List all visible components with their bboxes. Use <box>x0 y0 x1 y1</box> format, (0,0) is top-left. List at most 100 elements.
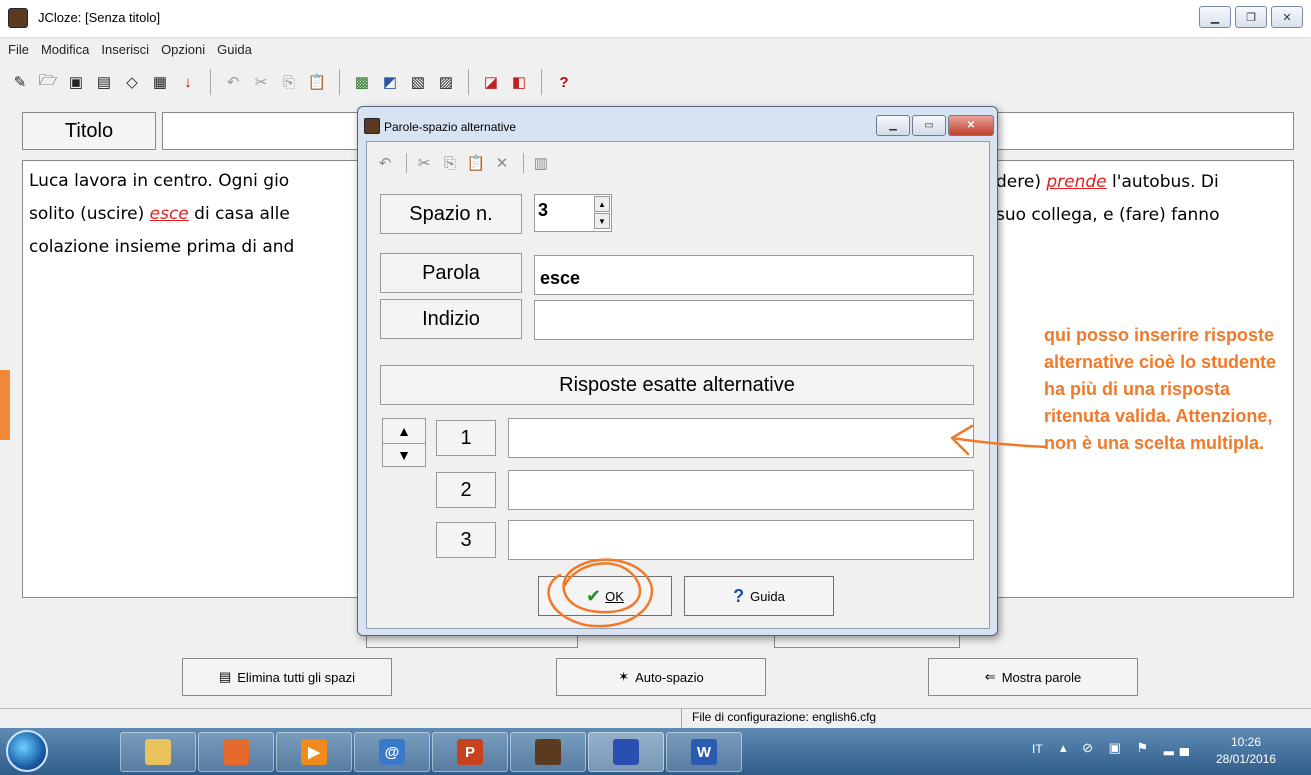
system-tray-icons[interactable]: ▴ ⊘ ▣ ⚑ ▂▄ <box>1060 740 1195 756</box>
text-segment: l'autobus. Di <box>1106 172 1219 192</box>
start-button[interactable] <box>6 730 48 772</box>
jcloze-icon <box>613 739 639 765</box>
new-file-icon[interactable]: ✎ <box>8 70 32 94</box>
help-icon[interactable]: ? <box>552 70 576 94</box>
alternative-answer-1-input[interactable] <box>508 418 974 458</box>
move-up-icon[interactable]: ▲ <box>382 418 426 444</box>
alternative-answer-3-input[interactable] <box>508 520 974 560</box>
main-toolbar: ✎ 🗁 ▣ ▤ ◇ ▦ ↓ ↶ ✂ ⎘ 📋 ▩ ◩ ▧ ▨ ◪ ◧ ? <box>0 62 1311 102</box>
minimize-button[interactable]: ▁ <box>1199 6 1231 28</box>
taskbar-explorer[interactable] <box>120 732 196 772</box>
save-icon[interactable]: ▣ <box>64 70 88 94</box>
gap-word-prende[interactable]: prende <box>1046 172 1106 192</box>
folder-icon <box>145 739 171 765</box>
spazio-label-button[interactable]: Spazio n. <box>380 194 522 234</box>
answer-number-1[interactable]: 1 <box>436 420 496 456</box>
alternative-answer-2-input[interactable] <box>508 470 974 510</box>
clock[interactable]: 10:26 28/01/2016 <box>1196 734 1296 768</box>
dialog-title: Parole-spazio alternative <box>384 120 517 134</box>
toolbar-separator <box>210 69 211 95</box>
export-web-page-icon[interactable]: ▩ <box>350 70 374 94</box>
guida-button[interactable]: ? Guida <box>684 576 834 616</box>
mostra-label: Mostra parole <box>1001 669 1082 685</box>
copy-icon[interactable]: ⎘ <box>277 70 301 94</box>
delete-gaps-icon: ▤ <box>218 669 232 684</box>
move-down-icon[interactable]: ▼ <box>382 443 426 467</box>
taskbar-word[interactable]: W <box>666 732 742 772</box>
cut-icon[interactable]: ✂ <box>413 154 435 172</box>
annotation-note: qui posso inserire risposte alternative … <box>1044 325 1277 453</box>
taskbar-network[interactable]: @ <box>354 732 430 772</box>
gap-word-esce[interactable]: esce <box>150 204 189 224</box>
taskbar-media[interactable]: ▶ <box>276 732 352 772</box>
paste-icon[interactable]: 📋 <box>305 70 329 94</box>
menu-modifica[interactable]: Modifica <box>41 42 89 57</box>
parola-label-button[interactable]: Parola <box>380 253 522 293</box>
text-segment: dere) <box>996 172 1047 192</box>
menu-file[interactable]: File <box>8 42 29 57</box>
color-config-icon[interactable]: ◪ <box>479 70 503 94</box>
delete-icon[interactable]: ✕ <box>491 154 513 172</box>
menu-inserisci[interactable]: Inserisci <box>101 42 149 57</box>
toolbar-separator <box>406 153 407 173</box>
elimina-label: Elimina tutti gli spazi <box>237 669 356 685</box>
elimina-spazi-button[interactable]: ▤ Elimina tutti gli spazi <box>182 658 392 696</box>
config-file-status: File di configurazione: english6.cfg <box>692 710 877 724</box>
export-drag-drop-icon[interactable]: ◩ <box>378 70 402 94</box>
window-controls: ▁ ❐ ✕ <box>1195 6 1303 28</box>
taskbar-powerpoint[interactable]: P <box>432 732 508 772</box>
config-file-icon[interactable]: ◧ <box>507 70 531 94</box>
dialog-toolbar: ↶ ✂ ⎘ 📋 ✕ ▥ <box>374 150 556 176</box>
jcloze-app-icon[interactable] <box>8 8 28 28</box>
spinner-down-icon[interactable]: ▼ <box>594 213 610 229</box>
clock-date: 28/01/2016 <box>1215 752 1277 766</box>
auto-label: Auto-spazio <box>635 669 704 685</box>
save-as-icon[interactable]: ▤ <box>92 70 116 94</box>
toolbar-separator <box>339 69 340 95</box>
indizio-input[interactable] <box>534 300 974 340</box>
indizio-label-button[interactable]: Indizio <box>380 299 522 339</box>
web-export-icon[interactable]: ▦ <box>148 70 172 94</box>
editor-line-2-right: suo collega, e (fare) fanno <box>996 199 1294 232</box>
mostra-parole-button[interactable]: ⇐ Mostra parole <box>928 658 1138 696</box>
dialog-app-icon[interactable] <box>364 118 380 134</box>
undo-icon[interactable]: ↶ <box>221 70 245 94</box>
export-hotpot-icon[interactable]: ▨ <box>434 70 458 94</box>
open-folder-icon[interactable]: 🗁 <box>36 70 60 94</box>
taskbar-paint[interactable] <box>198 732 274 772</box>
dialog-window-controls: ▁ ▭ ✕ <box>876 115 996 136</box>
toolbar-separator <box>541 69 542 95</box>
text-segment: solito (uscire) <box>29 204 150 224</box>
down-arrow-icon[interactable]: ↓ <box>176 70 200 94</box>
ok-button[interactable]: ✔ OK <box>538 576 672 616</box>
risposte-header-button[interactable]: Risposte esatte alternative <box>380 365 974 405</box>
dialog-close-button[interactable]: ✕ <box>948 115 994 136</box>
language-indicator[interactable]: IT <box>1032 742 1043 756</box>
close-button[interactable]: ✕ <box>1271 6 1303 28</box>
menu-guida[interactable]: Guida <box>217 42 252 57</box>
parola-input[interactable] <box>534 255 974 295</box>
menu-bar: File Modifica Inserisci Opzioni Guida <box>0 38 1311 60</box>
export-print-icon[interactable]: ▧ <box>406 70 430 94</box>
dialog-minimize-button[interactable]: ▁ <box>876 115 910 136</box>
select-all-icon[interactable]: ▥ <box>530 154 552 172</box>
paint-icon <box>223 739 249 765</box>
auto-spazio-button[interactable]: ✶ Auto-spazio <box>556 658 766 696</box>
copy-icon[interactable]: ⎘ <box>439 155 461 172</box>
answer-number-2[interactable]: 2 <box>436 472 496 508</box>
powerpoint-icon: P <box>457 739 483 765</box>
spinner-up-icon[interactable]: ▲ <box>594 196 610 212</box>
magic-wand-icon: ✶ <box>618 669 630 684</box>
taskbar-jcloze[interactable] <box>588 732 664 772</box>
cut-icon[interactable]: ✂ <box>249 70 273 94</box>
titolo-button[interactable]: Titolo <box>22 112 156 150</box>
eraser-icon[interactable]: ◇ <box>120 70 144 94</box>
paste-icon[interactable]: 📋 <box>465 154 487 172</box>
word-list-icon: ⇐ <box>984 669 996 684</box>
restore-button[interactable]: ❐ <box>1235 6 1267 28</box>
taskbar-hotpotatoes[interactable] <box>510 732 586 772</box>
menu-opzioni[interactable]: Opzioni <box>161 42 205 57</box>
dialog-maximize-button[interactable]: ▭ <box>912 115 946 136</box>
answer-number-3[interactable]: 3 <box>436 522 496 558</box>
undo-icon[interactable]: ↶ <box>374 154 396 172</box>
